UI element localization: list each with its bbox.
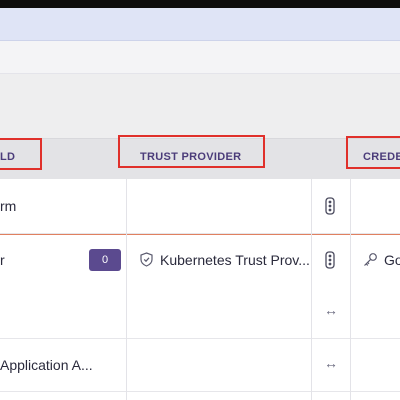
horizontal-arrows-icon[interactable]: ↔ xyxy=(322,302,340,318)
horizontal-arrows-icon[interactable]: ↔ xyxy=(322,355,340,371)
credential-name[interactable]: Go xyxy=(384,252,400,268)
row-name: rm xyxy=(0,198,17,214)
toolbar-area xyxy=(0,41,400,74)
row-name: Application A... xyxy=(0,357,93,373)
table-row[interactable]: rm xyxy=(0,179,400,234)
top-nav-bar xyxy=(0,8,400,41)
column-divider xyxy=(311,179,312,400)
table-row[interactable]: ↔ xyxy=(0,286,400,339)
highlight-box-trust-provider-header xyxy=(118,135,265,168)
trust-provider-name[interactable]: Kubernetes Trust Prov... xyxy=(160,252,310,268)
top-black-bar xyxy=(0,0,400,8)
highlight-box-credentials-header xyxy=(346,136,400,169)
column-divider xyxy=(126,179,127,400)
count-badge: 0 xyxy=(89,249,121,271)
row-name: r xyxy=(0,252,5,268)
column-divider xyxy=(350,179,351,400)
shield-icon xyxy=(139,251,153,267)
highlight-box-name-header xyxy=(0,138,42,170)
traffic-light-icon[interactable] xyxy=(323,196,337,216)
traffic-light-icon[interactable] xyxy=(323,250,337,270)
table-body: rm r 0 Kubernetes Trust Prov... Go ↔ App… xyxy=(0,179,400,400)
table-row[interactable]: Application A... ↔ xyxy=(0,339,400,392)
table-row-selected[interactable]: r 0 Kubernetes Trust Prov... Go xyxy=(0,234,400,287)
table-row-partial xyxy=(0,392,400,400)
key-icon xyxy=(362,251,378,267)
